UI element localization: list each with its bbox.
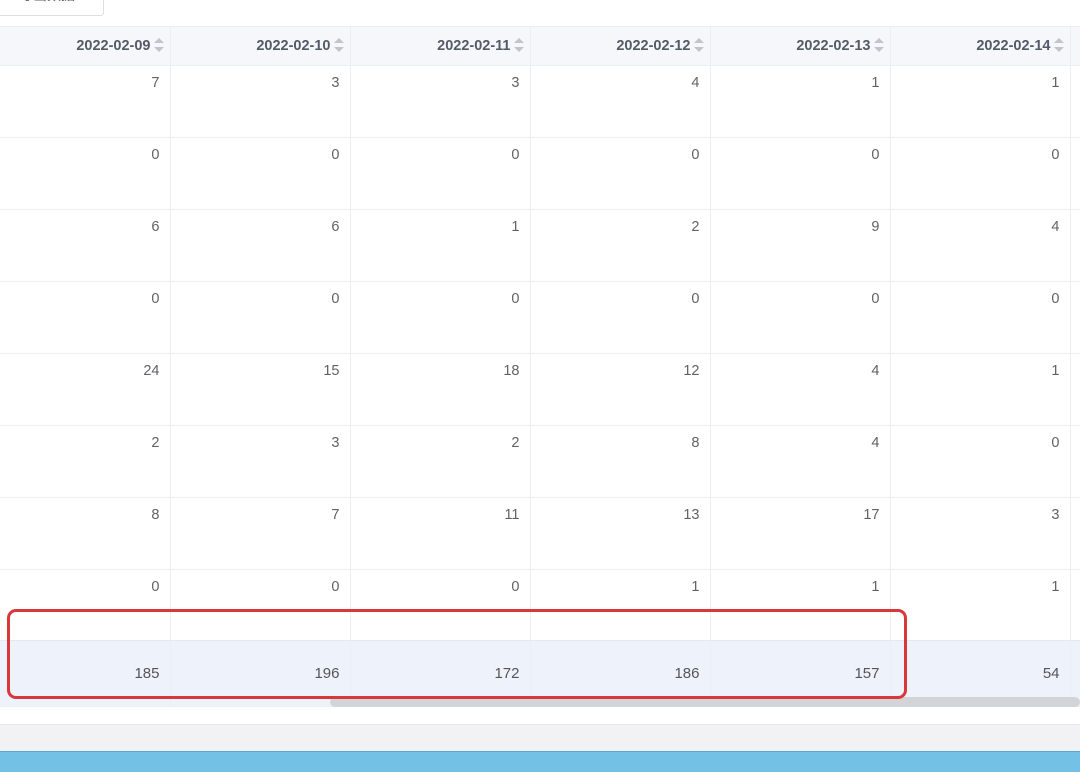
table-row: 0 0 0 0 0 0 [0,137,1080,210]
table-cell-overflow [1070,425,1080,498]
sort-caret-icon[interactable] [153,37,164,52]
table-cell: 3 [170,65,351,138]
table-cell: 0 [710,137,891,210]
table-cell: 9 [710,209,891,282]
sort-caret-icon[interactable] [693,37,704,52]
table-cell: 1 [890,65,1071,138]
data-table: 2022-02-09 2022-02-10 2022-02-11 2022-02… [0,26,1080,709]
table-cell: 1 [530,569,711,640]
table-cell: 24 [0,353,171,426]
table-row: 7 3 3 4 1 1 [0,65,1080,138]
table-cell: 0 [0,137,171,210]
table-cell: 3 [350,65,531,138]
table-cell: 1 [350,209,531,282]
table-cell: 12 [530,353,711,426]
table-cell: 0 [170,281,351,354]
column-header-2022-02-09[interactable]: 2022-02-09 [0,27,171,66]
table-cell: 11 [350,497,531,570]
total-cell: 196 [170,639,351,707]
table-cell: 0 [350,569,531,640]
sort-caret-icon[interactable] [873,37,884,52]
table-cell: 1 [890,569,1071,640]
table-cell: 17 [710,497,891,570]
stats-table: 2022-02-09 2022-02-10 2022-02-11 2022-02… [0,27,1080,707]
table-cell: 4 [890,209,1071,282]
table-cell: 4 [710,353,891,426]
table-cell: 0 [170,569,351,640]
table-cell-overflow [1070,569,1080,640]
table-row: 0 0 0 0 0 0 [0,281,1080,354]
table-cell: 1 [890,353,1071,426]
sort-caret-icon[interactable] [1053,37,1064,52]
table-cell: 1 [710,569,891,640]
table-cell: 0 [0,281,171,354]
table-cell-overflow [1070,497,1080,570]
table-cell: 0 [170,137,351,210]
column-header-overflow [1070,27,1080,66]
table-row: 8 7 11 13 17 3 [0,497,1080,570]
table-cell: 7 [0,65,171,138]
table-cell: 3 [890,497,1071,570]
table-bottom-gap [0,708,1080,724]
table-row: 24 15 18 12 4 1 [0,353,1080,426]
table-cell: 0 [890,137,1071,210]
report-page: 导出数据 2022-02-09 2022-02-10 2022-02-11 20… [0,0,1080,772]
export-data-button[interactable]: 导出数据 [0,0,104,16]
table-cell: 3 [170,425,351,498]
table-cell: 4 [530,65,711,138]
table-row: 2 3 2 8 4 0 [0,425,1080,498]
table-cell: 4 [710,425,891,498]
table-header-row: 2022-02-09 2022-02-10 2022-02-11 2022-02… [0,27,1080,66]
table-cell-overflow [1070,137,1080,210]
table-cell: 0 [890,281,1071,354]
table-cell: 2 [0,425,171,498]
column-header-2022-02-12[interactable]: 2022-02-12 [530,27,711,66]
table-cell: 13 [530,497,711,570]
horizontal-scrollbar[interactable] [330,697,1080,707]
table-cell-overflow [1070,209,1080,282]
table-cell: 0 [350,137,531,210]
table-cell: 8 [530,425,711,498]
table-cell: 18 [350,353,531,426]
table-cell: 0 [530,281,711,354]
table-cell: 8 [0,497,171,570]
table-cell: 15 [170,353,351,426]
bottom-color-strip [0,751,1080,772]
table-cell: 2 [530,209,711,282]
table-cell: 1 [710,65,891,138]
table-cell: 7 [170,497,351,570]
table-cell-overflow [1070,353,1080,426]
column-header-2022-02-11[interactable]: 2022-02-11 [350,27,531,66]
footer-bar [0,724,1080,753]
table-cell-overflow [1070,281,1080,354]
table-cell: 0 [530,137,711,210]
table-cell: 2 [350,425,531,498]
column-header-2022-02-14[interactable]: 2022-02-14 [890,27,1071,66]
table-cell-overflow [1070,65,1080,138]
table-row: 0 0 0 1 1 1 [0,569,1080,640]
table-cell: 0 [710,281,891,354]
column-header-2022-02-10[interactable]: 2022-02-10 [170,27,351,66]
table-cell: 6 [170,209,351,282]
table-cell: 0 [0,569,171,640]
total-cell: 185 [0,639,171,707]
table-cell: 6 [0,209,171,282]
column-header-2022-02-13[interactable]: 2022-02-13 [710,27,891,66]
sort-caret-icon[interactable] [333,37,344,52]
sort-caret-icon[interactable] [513,37,524,52]
table-cell: 0 [350,281,531,354]
table-cell: 0 [890,425,1071,498]
table-row: 6 6 1 2 9 4 [0,209,1080,282]
